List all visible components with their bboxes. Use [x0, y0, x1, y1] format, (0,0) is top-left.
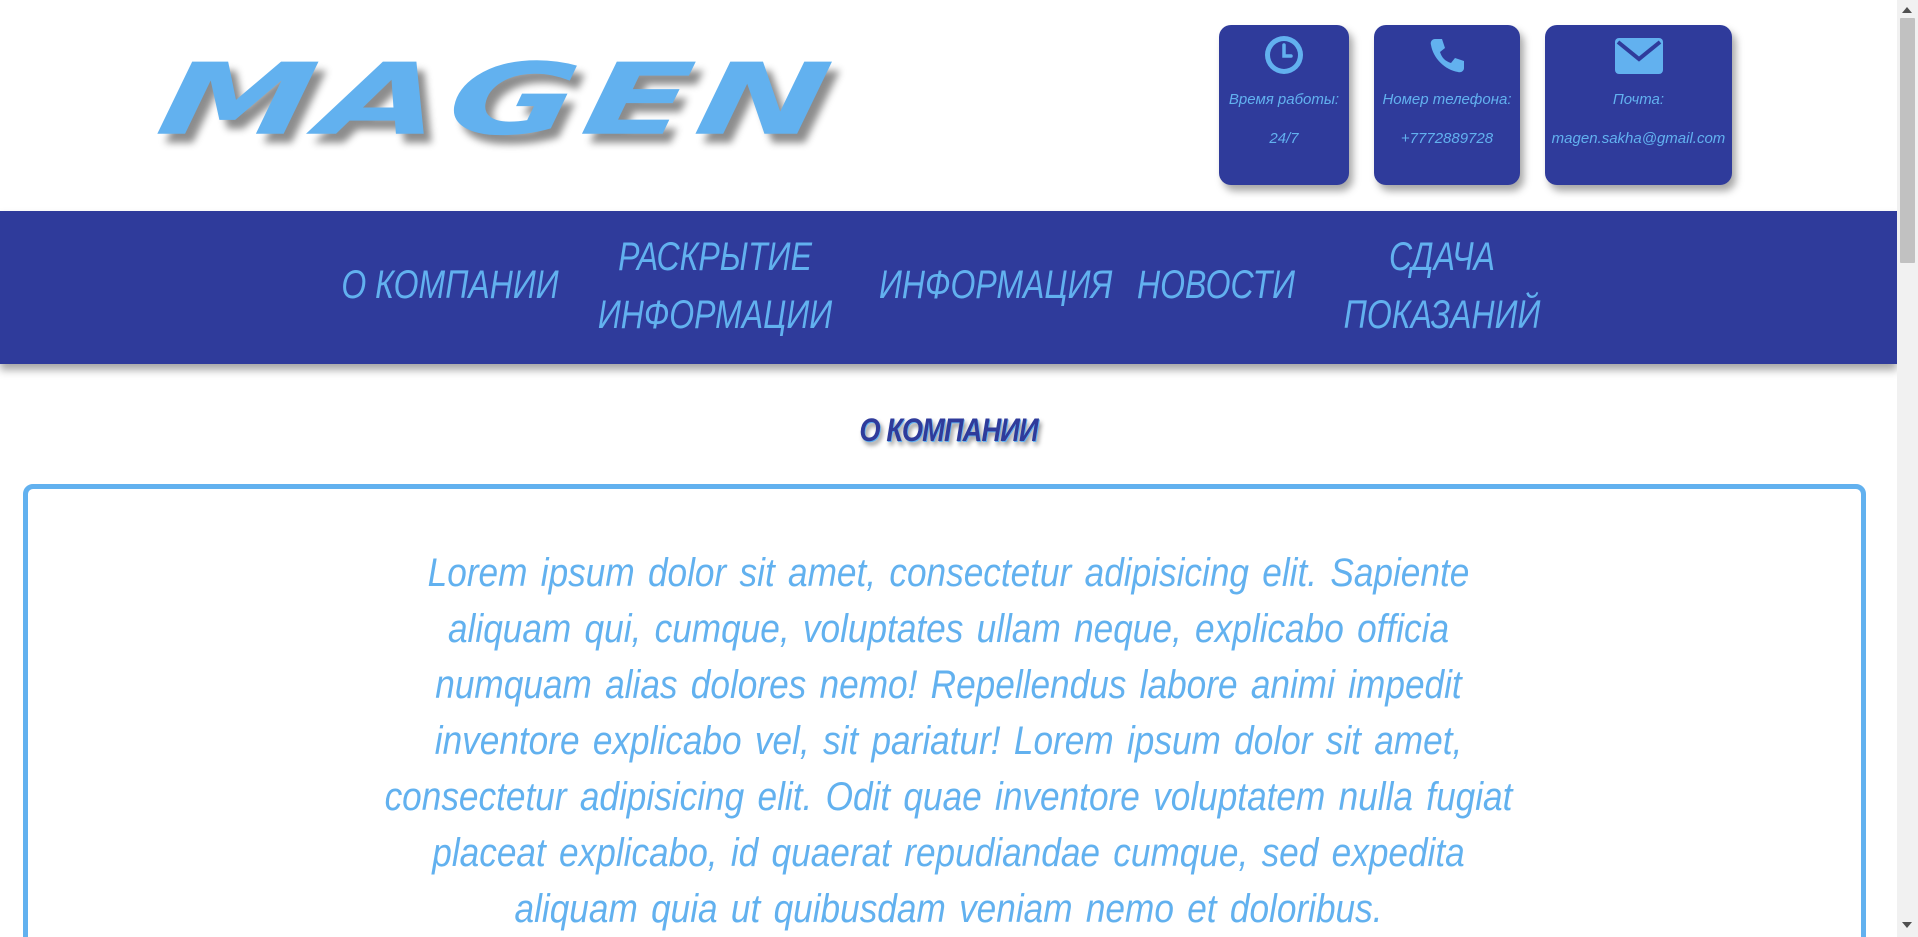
email-value[interactable]: magen.sakha@gmail.com — [1545, 130, 1732, 147]
working-hours-label: Время работы: — [1228, 91, 1340, 108]
nav-item-about[interactable]: О КОМПАНИИ — [330, 256, 570, 314]
phone-icon — [1430, 39, 1464, 73]
section-title: О КОМПАНИИ — [859, 412, 1038, 448]
email-card: Почта: magen.sakha@gmail.com — [1545, 25, 1732, 185]
clock-icon — [1265, 36, 1303, 74]
email-label: Почта: — [1612, 91, 1665, 108]
phone-card: Номер телефона: +7772889728 — [1374, 25, 1520, 185]
envelope-icon — [1614, 38, 1663, 74]
vertical-scrollbar[interactable] — [1897, 0, 1918, 937]
phone-value[interactable]: +7772889728 — [1374, 130, 1520, 147]
site-logo[interactable]: MAGEN — [150, 42, 846, 158]
about-text: Lorem ipsum dolor sit amet, consectetur … — [384, 551, 1513, 931]
phone-label: Номер телефона: — [1382, 91, 1512, 108]
main-navigation: О КОМПАНИИ РАСКРЫТИЕ ИНФОРМАЦИИ ИНФОРМАЦ… — [0, 211, 1897, 364]
scrollbar-thumb[interactable] — [1900, 18, 1915, 263]
page: MAGEN Время работы: 24/7 Номер телефона:… — [0, 0, 1897, 937]
nav-item-news[interactable]: НОВОСТИ — [1136, 256, 1296, 314]
nav-item-meter-readings[interactable]: СДАЧА ПОКАЗАНИЙ — [1330, 228, 1554, 344]
nav-item-disclosure[interactable]: РАСКРЫТИЕ ИНФОРМАЦИИ — [595, 228, 835, 344]
working-hours-card: Время работы: 24/7 — [1219, 25, 1349, 185]
scroll-up-arrow-icon[interactable] — [1902, 7, 1912, 13]
scroll-down-arrow-icon[interactable] — [1902, 922, 1912, 928]
nav-item-information[interactable]: ИНФОРМАЦИЯ — [879, 256, 1112, 314]
working-hours-value: 24/7 — [1269, 130, 1299, 147]
